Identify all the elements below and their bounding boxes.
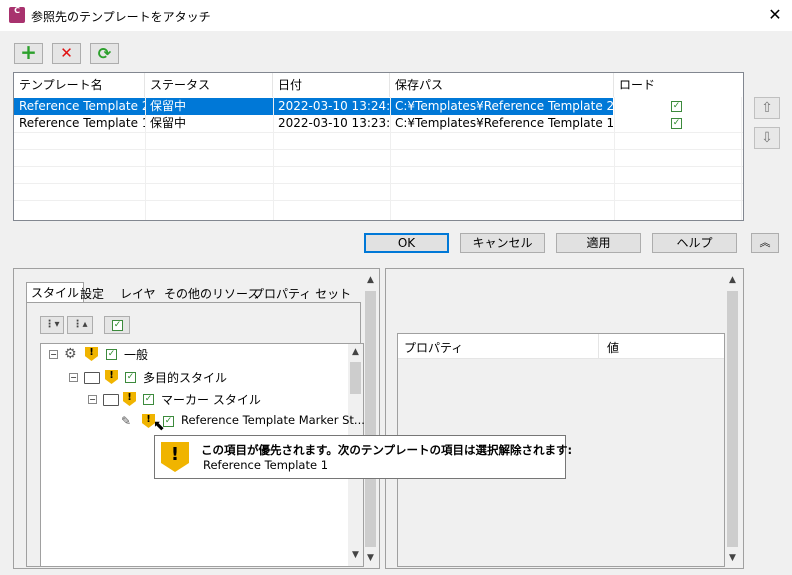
- mouse-cursor-icon: ⬉: [153, 418, 165, 434]
- cell-name: Reference Template 1: [19, 116, 145, 130]
- tree-toggle-icon[interactable]: −: [88, 395, 97, 404]
- close-button[interactable]: ✕: [763, 4, 787, 26]
- tree-item-label[interactable]: Reference Template Marker St...: [181, 413, 365, 427]
- tab-property-sets[interactable]: プロパティ セット: [248, 284, 355, 304]
- expand-all-icon[interactable]: ⋮▾: [40, 316, 64, 334]
- table-row[interactable]: Reference Template 1 保留中 2022-03-10 13:2…: [14, 115, 613, 132]
- cell-path: C:¥Templates¥Reference Template 2.dwt: [395, 99, 613, 113]
- load-checkbox[interactable]: ✓: [671, 101, 682, 112]
- collapse-button[interactable]: ︽: [751, 233, 779, 253]
- folder-open-icon: [84, 372, 100, 384]
- tab-layer[interactable]: レイヤ: [116, 284, 160, 304]
- column-header-date[interactable]: 日付: [273, 73, 390, 97]
- remove-template-button[interactable]: ✕: [52, 43, 81, 64]
- column-header-value[interactable]: 値: [607, 339, 619, 356]
- tooltip-detail: Reference Template 1: [203, 458, 329, 472]
- column-header-load[interactable]: ロード: [614, 73, 741, 97]
- template-grid: テンプレート名 ステータス 日付 保存パス ロード Reference Temp…: [13, 72, 744, 221]
- column-header-name[interactable]: テンプレート名: [14, 73, 145, 97]
- tree-toggle-icon[interactable]: −: [49, 350, 58, 359]
- tree-checkbox[interactable]: ✓: [106, 349, 117, 360]
- left-scrollbar[interactable]: ▲ ▼: [363, 271, 378, 567]
- column-header-path[interactable]: 保存パス: [390, 73, 614, 97]
- marker-style-icon: ✎: [121, 414, 132, 428]
- tooltip-message: この項目が優先されます。次のテンプレートの項目は選択解除されます:: [201, 443, 573, 457]
- move-up-button[interactable]: ⇧: [754, 97, 780, 119]
- right-scrollbar[interactable]: ▲ ▼: [725, 271, 740, 567]
- gear-icon: ⚙: [64, 346, 77, 362]
- cell-status: 保留中: [150, 99, 187, 113]
- help-button[interactable]: ヘルプ: [652, 233, 737, 253]
- cell-date: 2022-03-10 13:23:51: [278, 116, 390, 130]
- tree-checkbox[interactable]: ✓: [143, 394, 154, 405]
- cancel-button[interactable]: キャンセル: [460, 233, 545, 253]
- load-checkbox[interactable]: ✓: [671, 118, 682, 129]
- check-all-button[interactable]: ✓: [104, 316, 130, 334]
- cell-date: 2022-03-10 13:24:03: [278, 99, 390, 113]
- tree-item-label[interactable]: 多目的スタイル: [143, 369, 227, 386]
- cell-status: 保留中: [150, 116, 187, 130]
- move-down-button[interactable]: ⇩: [754, 127, 780, 149]
- apply-button[interactable]: 適用: [556, 233, 641, 253]
- add-template-button[interactable]: +: [14, 42, 43, 64]
- tree-item-label[interactable]: 一般: [124, 346, 148, 363]
- app-icon: C: [9, 7, 25, 23]
- override-tooltip: ! この項目が優先されます。次のテンプレートの項目は選択解除されます: Refe…: [154, 435, 572, 479]
- column-header-property[interactable]: プロパティ: [404, 339, 463, 356]
- table-row[interactable]: Reference Template 2 保留中 2022-03-10 13:2…: [14, 98, 613, 115]
- refresh-button[interactable]: ⟳: [90, 43, 119, 64]
- ok-button[interactable]: OK: [364, 233, 449, 253]
- cell-name: Reference Template 2: [19, 99, 145, 113]
- column-header-status[interactable]: ステータス: [145, 73, 273, 97]
- folder-open-icon: [103, 394, 119, 406]
- collapse-all-icon[interactable]: ⋮▴: [67, 316, 93, 334]
- tab-settings[interactable]: 設定: [76, 284, 108, 304]
- cell-path: C:¥Templates¥Reference Template 1.dwt: [395, 116, 613, 130]
- tree-toggle-icon[interactable]: −: [69, 373, 78, 382]
- warning-icon: !: [161, 442, 189, 472]
- tab-strip: スタイル 設定 レイヤ その他のリソース プロパティ セット: [26, 282, 356, 304]
- tree-item-label[interactable]: マーカー スタイル: [161, 391, 261, 408]
- tree-checkbox[interactable]: ✓: [125, 372, 136, 383]
- window-title: 参照先のテンプレートをアタッチ: [31, 10, 211, 24]
